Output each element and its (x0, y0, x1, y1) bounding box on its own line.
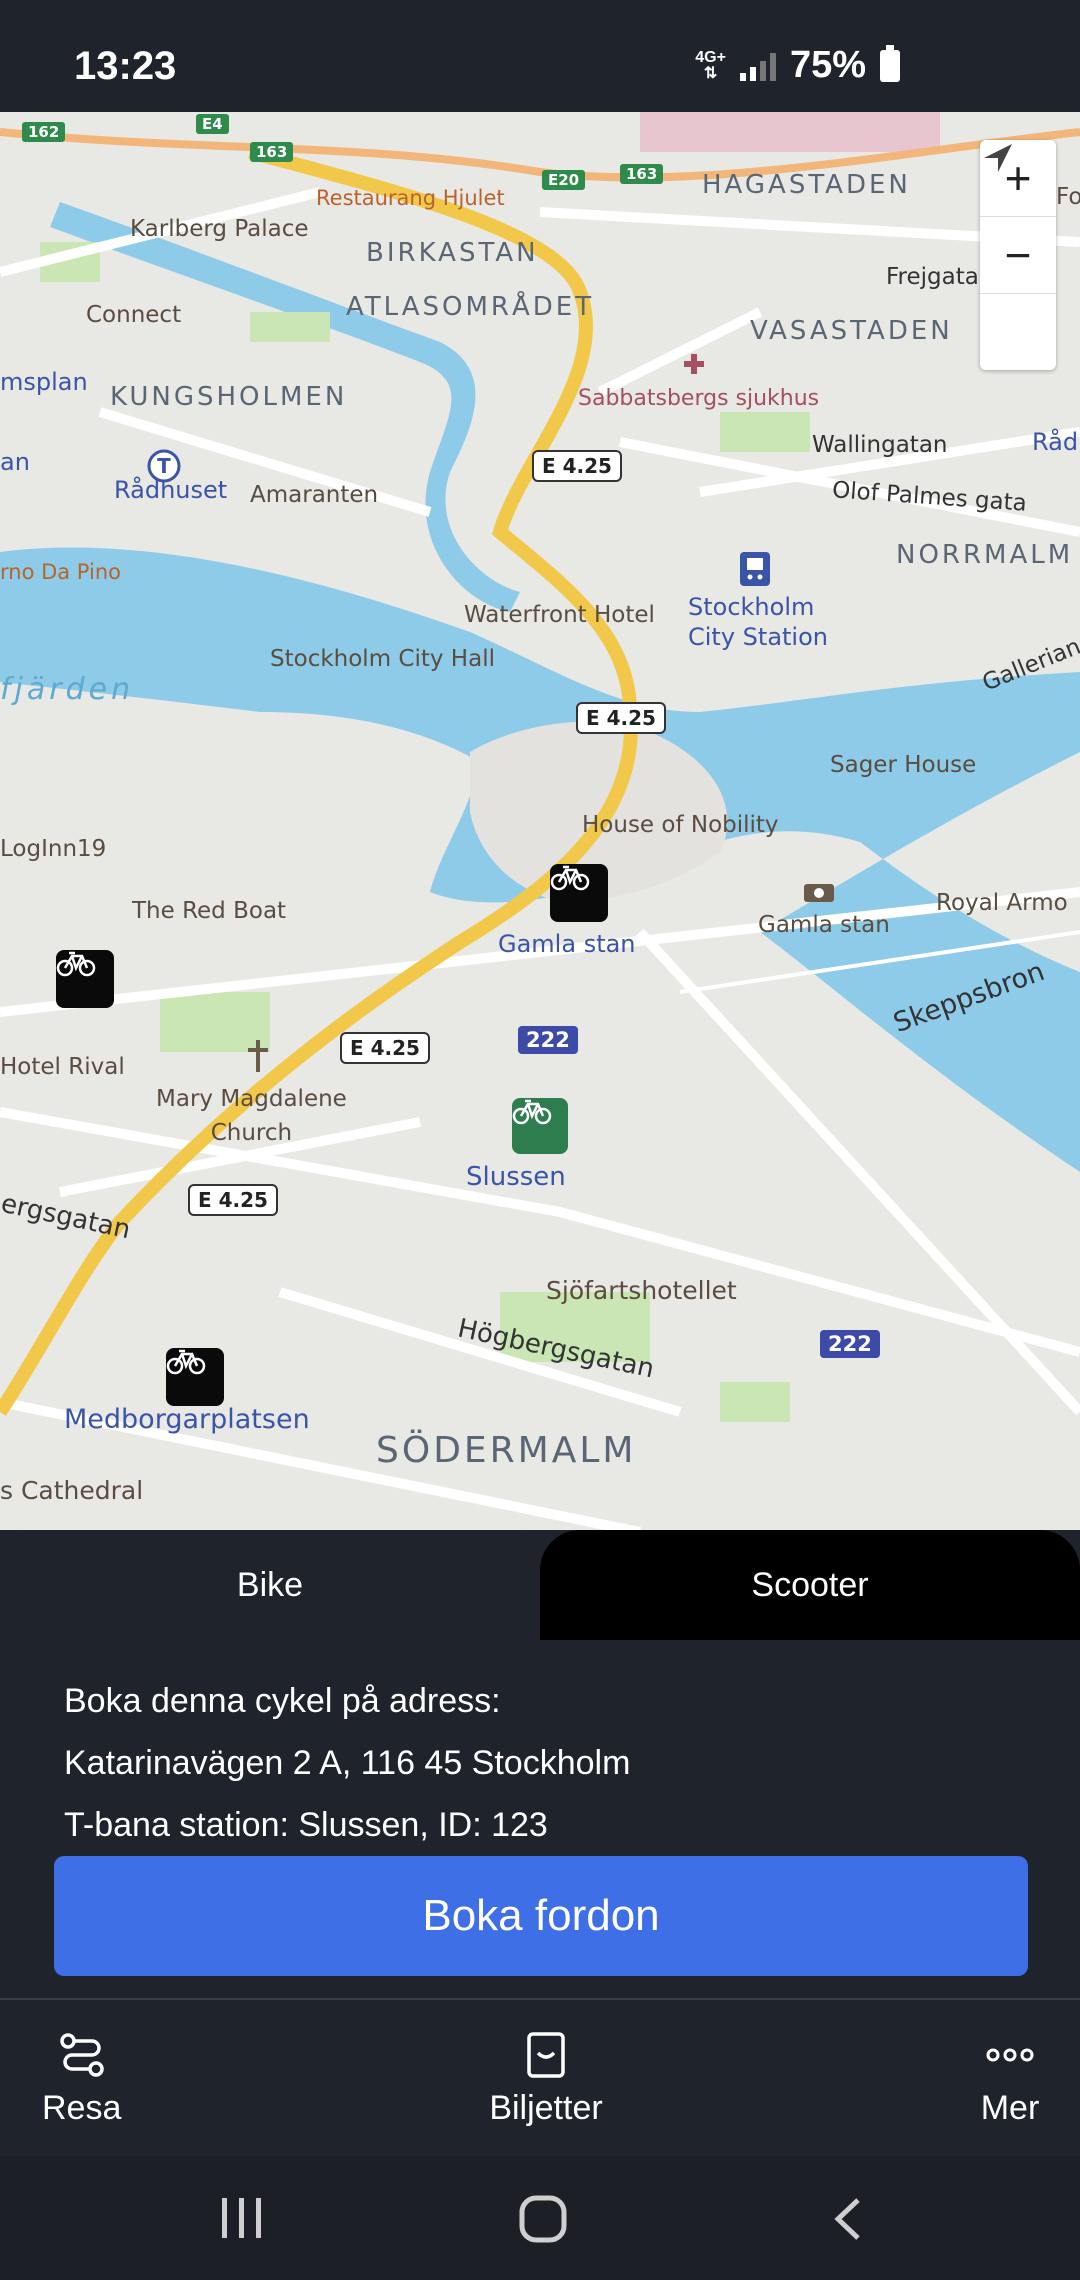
poi-label: Waterfront Hotel (464, 602, 655, 628)
status-bar: 13:23 4G+ ⇅ 75% (0, 0, 1080, 112)
nav-label-mer: Mer (980, 2088, 1040, 2127)
poi-label: s Cathedral (0, 1476, 144, 1505)
road-shield-e4: E4 (196, 114, 229, 134)
district-label: BIRKASTAN (366, 238, 539, 268)
street-label: Wallingatan (812, 432, 948, 458)
map-view[interactable]: BIRKASTAN ATLASOMRÅDET HAGASTADEN VASAST… (0, 112, 1080, 1532)
road-shield-163: 163 (620, 164, 664, 184)
poi-label: msplan (0, 368, 88, 396)
road-shield-e20: E20 (542, 170, 586, 190)
poi-label: Connect (86, 302, 182, 328)
poi-label: LogInn19 (0, 836, 107, 862)
bike-marker-selected[interactable] (512, 1098, 568, 1154)
bike-marker[interactable] (550, 864, 608, 922)
poi-label: The Red Boat (132, 898, 287, 924)
district-label: HAGASTADEN (702, 170, 911, 200)
road-shield: E 4.25 (576, 702, 666, 734)
map-controls: + − (980, 140, 1056, 370)
poi-label: Royal Armo (936, 890, 1068, 916)
water-label: fjärden (0, 672, 135, 707)
nav-item-biljetter[interactable]: Biljetter (486, 2000, 606, 2158)
road-shield: E 4.25 (188, 1184, 278, 1216)
poi-label: Gamla stan (758, 912, 890, 938)
poi-label: Karlberg Palace (130, 216, 309, 242)
poi-label: Mary Magdalene Church (156, 1086, 347, 1146)
hospital-icon (684, 354, 704, 374)
booking-intro: Boka denna cykel på adress: (64, 1682, 501, 1720)
booking-address: Katarinavägen 2 A, 116 45 Stockholm (64, 1744, 631, 1782)
poi-label: Rådm (1032, 428, 1080, 456)
camera-icon (804, 884, 834, 902)
bike-marker[interactable] (166, 1348, 224, 1406)
poi-label: Sager House (830, 752, 977, 778)
road-shield-163: 163 (250, 142, 294, 162)
book-vehicle-button[interactable]: Boka fordon (54, 1856, 1028, 1976)
poi-label: Stockholm City Station (688, 593, 828, 651)
poi-label: House of Nobility (582, 812, 779, 838)
road-shield-162: 162 (22, 122, 66, 142)
nav-label-biljetter: Biljetter (489, 2088, 603, 2127)
bicycle-icon (166, 1349, 206, 1375)
poi-label: Fo (1056, 184, 1080, 210)
more-icon (986, 2048, 1034, 2061)
church-icon (248, 1040, 268, 1072)
bicycle-icon (56, 951, 96, 977)
road-shield: E 4.25 (340, 1032, 430, 1064)
road-shield-222: 222 (518, 1026, 578, 1054)
metro-icon: T (147, 449, 181, 483)
tab-bike[interactable]: Bike (0, 1530, 540, 1640)
nav-label-resa: Resa (42, 2088, 122, 2127)
tab-scooter[interactable]: Scooter (540, 1530, 1080, 1640)
poi-label: rno Da Pino (0, 560, 122, 584)
district-label: SÖDERMALM (376, 1430, 637, 1471)
train-station-icon (740, 552, 770, 586)
poi-label: Amaranten (250, 482, 379, 508)
ticket-icon (527, 2031, 565, 2078)
poi-label: Medborgarplatsen (64, 1404, 310, 1435)
district-label: NORRMALM (896, 540, 1074, 570)
district-label: ATLASOMRÅDET (346, 292, 595, 322)
nav-item-mer[interactable]: Mer (970, 2000, 1050, 2158)
bicycle-icon (550, 865, 590, 891)
poi-label: Slussen (466, 1162, 566, 1192)
poi-label: Sabbatsbergs sjukhus (578, 386, 820, 411)
poi-label: Hotel Rival (0, 1054, 125, 1080)
bottom-nav: Resa Biljetter Mer (0, 1998, 1080, 2158)
home-icon[interactable] (518, 2194, 568, 2244)
bike-marker[interactable] (56, 950, 114, 1008)
vehicle-tabs: Bike Scooter (0, 1530, 1080, 1640)
compass-button[interactable] (980, 144, 1056, 370)
poi-label: Sjöfartshotellet (546, 1276, 737, 1305)
poi-label: Restaurang Hjulet (316, 186, 505, 210)
route-icon (59, 2032, 104, 2077)
network-icon: 4G+ ⇅ (695, 48, 726, 82)
recent-apps-icon[interactable] (218, 2196, 266, 2240)
road-shield: E 4.25 (532, 450, 622, 482)
status-right: 4G+ ⇅ 75% (695, 44, 900, 87)
booking-station: T-bana station: Slussen, ID: 123 (64, 1806, 548, 1844)
compass-icon (984, 144, 1012, 172)
back-icon[interactable] (828, 2196, 868, 2242)
road-shield-222: 222 (820, 1330, 880, 1358)
status-time: 13:23 (74, 44, 177, 88)
poi-label: Gamla stan (498, 930, 636, 958)
zoom-out-button[interactable]: − (980, 217, 1056, 294)
nav-item-resa[interactable]: Resa (42, 2000, 121, 2158)
street-label: Frejgatan (886, 264, 994, 290)
district-label: KUNGSHOLMEN (110, 382, 348, 412)
poi-label: an (0, 448, 30, 476)
poi-label: Stockholm City Hall (270, 646, 495, 672)
bicycle-icon (512, 1099, 552, 1125)
svg-text:T: T (157, 454, 171, 478)
battery-percent: 75% (789, 44, 866, 86)
signal-icon (739, 51, 776, 81)
battery-icon (880, 44, 900, 82)
system-nav-bar (0, 2156, 1080, 2280)
district-label: VASASTADEN (750, 316, 953, 346)
